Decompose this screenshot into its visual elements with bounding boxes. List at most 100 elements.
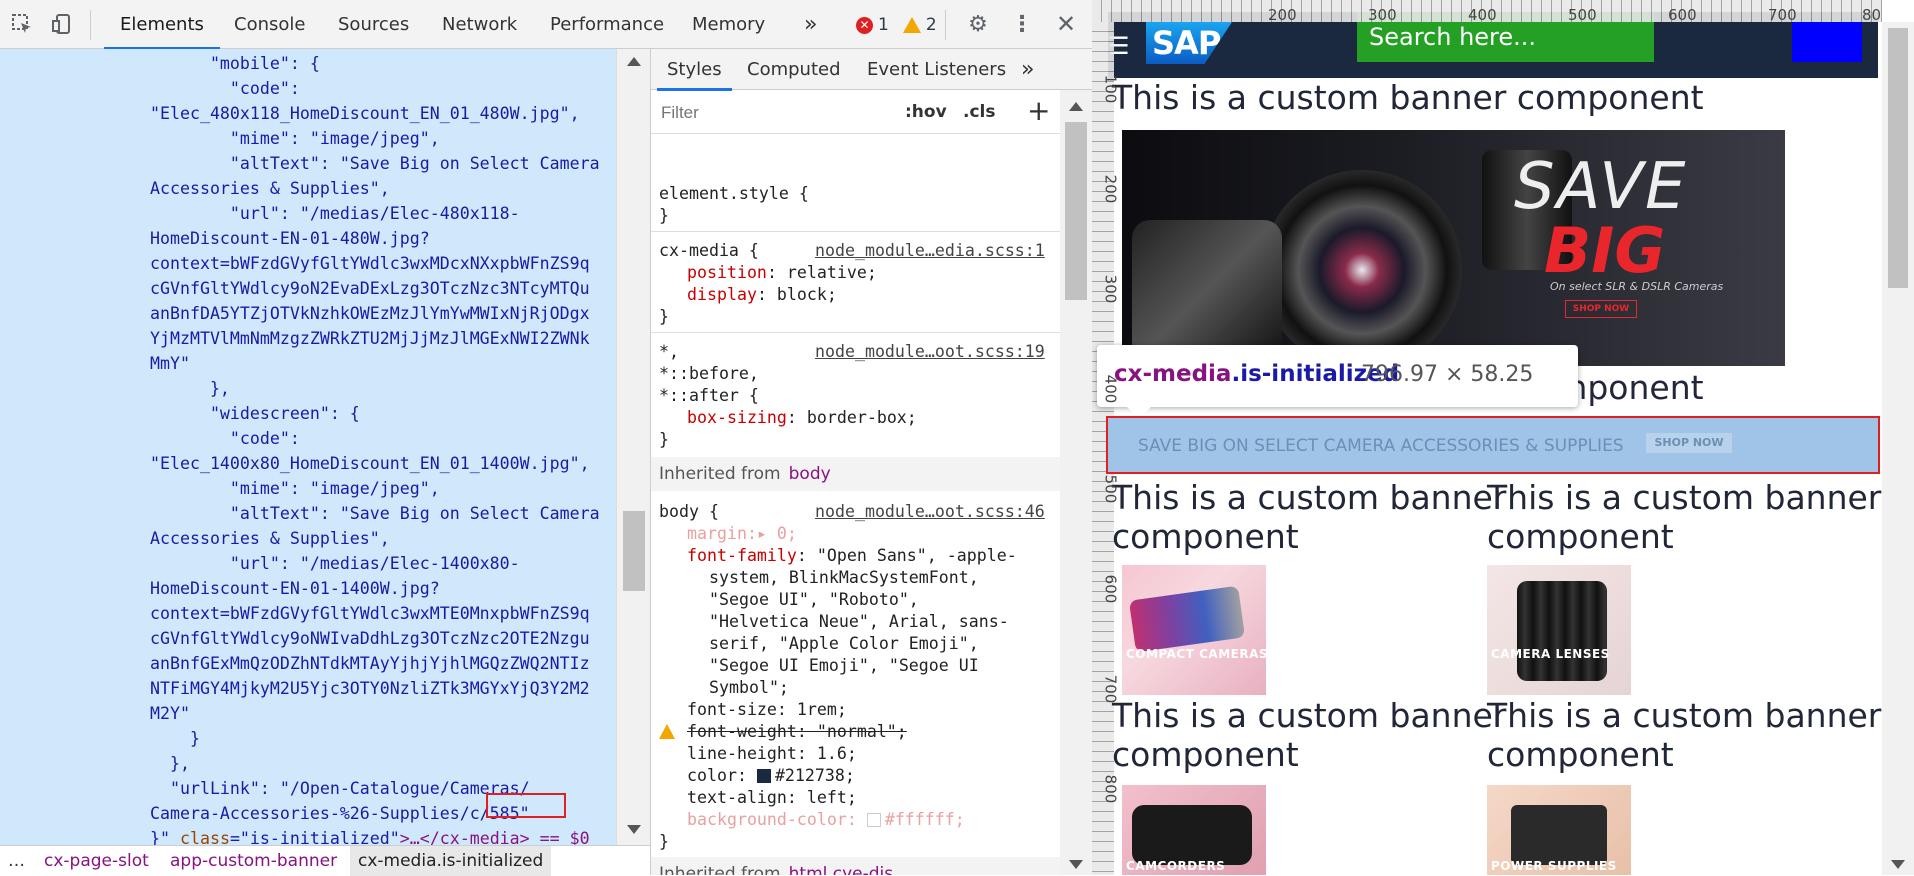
- highlight-shop-now-button[interactable]: SHOP NOW: [1646, 433, 1732, 453]
- hover-state-toggle[interactable]: :hov: [905, 102, 947, 122]
- dom-code-line[interactable]: "url": "/medias/Elec-480x118-: [150, 201, 520, 226]
- settings-gear-icon[interactable]: ⚙: [966, 12, 990, 37]
- dom-code-line[interactable]: M2Y": [150, 701, 190, 726]
- elements-dom-tree[interactable]: "mobile": { "code": "Elec_480x118_HomeDis…: [0, 49, 616, 845]
- tab-console[interactable]: Console: [218, 0, 321, 49]
- breadcrumb-item[interactable]: app-custom-banner: [170, 846, 337, 876]
- rule-close[interactable]: }: [659, 429, 669, 451]
- tab-elements[interactable]: Elements: [104, 0, 220, 50]
- compact-cameras-tile[interactable]: COMPACT CAMERAS: [1122, 565, 1266, 695]
- scroll-down-arrow-icon[interactable]: [627, 825, 641, 834]
- css-declaration[interactable]: text-align: left;: [687, 787, 857, 809]
- rule-selector[interactable]: cx-media {: [659, 240, 759, 262]
- tab-styles[interactable]: Styles: [657, 49, 732, 91]
- css-property-name[interactable]: box-sizing: [687, 408, 787, 427]
- dom-code-line[interactable]: "Elec_1400x80_HomeDiscount_EN_01_1400W.j…: [150, 451, 590, 476]
- dom-code-line[interactable]: MmY": [150, 351, 190, 376]
- scroll-down-arrow-icon[interactable]: [1891, 860, 1905, 869]
- header-blue-block[interactable]: [1792, 22, 1862, 62]
- styles-scrollbar[interactable]: [1060, 90, 1092, 875]
- css-declaration[interactable]: position: relative;: [687, 262, 877, 284]
- dom-code-line[interactable]: "altText": "Save Big on Select Camera: [150, 151, 600, 176]
- inspect-element-icon[interactable]: [10, 12, 34, 36]
- shop-now-button[interactable]: SHOP NOW: [1565, 300, 1637, 318]
- dom-code-line[interactable]: cGVnfGltYWdlcy9oN2EvaDExLzg3OTczNzc3NTcy…: [150, 276, 590, 301]
- css-declaration[interactable]: color: #212738;: [687, 765, 855, 787]
- tab-memory[interactable]: Memory: [676, 0, 781, 49]
- css-declaration[interactable]: "Segoe UI", "Roboto",: [709, 589, 919, 611]
- more-options-icon[interactable]: ⋮: [1010, 12, 1034, 37]
- dom-code-line[interactable]: "altText": "Save Big on Select Camera: [150, 501, 600, 526]
- power-supplies-tile[interactable]: POWER SUPPLIES: [1487, 785, 1631, 875]
- dom-code-line[interactable]: context=bWFzdGVyfGltYWdlc3wxMTE0MnxpbWFn…: [150, 601, 590, 626]
- dom-code-line[interactable]: "Elec_480x118_HomeDiscount_EN_01_480W.jp…: [150, 101, 580, 126]
- error-counter[interactable]: ✕ 1 2: [856, 14, 937, 36]
- dom-code-line[interactable]: anBnfGExMmQzODZhNTdkMTAyYjhjYjhlMGQzZWQ2…: [150, 651, 590, 676]
- css-property-name[interactable]: display: [687, 285, 757, 304]
- css-property-text[interactable]: color:: [687, 766, 757, 785]
- css-property-value[interactable]: relative;: [787, 263, 877, 282]
- css-property-name[interactable]: position: [687, 263, 767, 282]
- scrollbar-thumb[interactable]: [1888, 28, 1908, 288]
- tab-sources[interactable]: Sources: [322, 0, 425, 49]
- css-declaration-overridden[interactable]: font-weight: "normal";: [687, 721, 907, 743]
- class-toggle[interactable]: .cls: [963, 102, 995, 122]
- css-property-text[interactable]: background-color:: [687, 810, 867, 829]
- dom-code-line[interactable]: "code":: [150, 76, 300, 101]
- close-devtools-icon[interactable]: ✕: [1054, 10, 1078, 38]
- dom-code-line[interactable]: context=bWFzdGVyfGltYWdlc3wxMDcxNXxpbWFn…: [150, 251, 590, 276]
- scroll-down-arrow-icon[interactable]: [1069, 860, 1083, 869]
- rule-selector[interactable]: *::after {: [659, 385, 759, 407]
- tab-event-listeners[interactable]: Event Listeners: [867, 49, 1006, 90]
- dom-code-line[interactable]: "url": "/medias/Elec-1400x80-: [150, 551, 520, 576]
- breadcrumb-ellipsis[interactable]: …: [8, 846, 25, 876]
- camera-lenses-tile[interactable]: CAMERA LENSES: [1487, 565, 1631, 695]
- tab-performance[interactable]: Performance: [534, 0, 680, 49]
- dom-code-line[interactable]: anBnfDA5YTZjOTVkNzhkOWEzMzJlYmYwMWIxNjRj…: [150, 301, 590, 326]
- css-declaration-inactive[interactable]: margin:▸ 0;: [687, 523, 797, 545]
- scrollbar-thumb[interactable]: [1065, 122, 1087, 300]
- css-declaration[interactable]: system, BlinkMacSystemFont,: [709, 567, 979, 589]
- rule-close[interactable]: }: [659, 831, 669, 853]
- css-property-value[interactable]: : "Open Sans", -apple-: [797, 546, 1017, 565]
- more-tabs-button[interactable]: »: [1021, 49, 1034, 90]
- dom-code-line[interactable]: },: [150, 376, 230, 401]
- dom-code-line[interactable]: "urlLink": "/Open-Catalogue/Cameras/: [150, 776, 530, 801]
- css-declaration[interactable]: "Segoe UI Emoji", "Segoe UI: [709, 655, 979, 677]
- styles-filter-input[interactable]: [659, 98, 891, 128]
- css-property-name[interactable]: font-family: [687, 546, 797, 565]
- dom-code-line[interactable]: Camera-Accessories-%26-Supplies/c/585": [150, 801, 530, 826]
- css-property-value[interactable]: border-box;: [807, 408, 917, 427]
- dom-code-line[interactable]: Accessories & Supplies",: [150, 176, 390, 201]
- rule-close[interactable]: }: [659, 205, 669, 227]
- device-toolbar-icon[interactable]: [50, 12, 74, 36]
- camcorders-tile[interactable]: CAMCORDERS: [1122, 785, 1266, 875]
- css-declaration[interactable]: "Helvetica Neue", Arial, sans-: [709, 611, 1009, 633]
- dom-code-line[interactable]: "mime": "image/jpeg",: [150, 126, 440, 151]
- css-declaration[interactable]: font-size: 1rem;: [687, 699, 847, 721]
- scroll-up-arrow-icon[interactable]: [627, 57, 641, 66]
- rule-close[interactable]: }: [659, 306, 669, 328]
- more-tabs-button[interactable]: »: [788, 0, 833, 49]
- tab-network[interactable]: Network: [426, 0, 533, 49]
- dom-code-line[interactable]: "widescreen": {: [150, 401, 360, 426]
- color-value[interactable]: #ffffff;: [885, 810, 965, 829]
- rule-selector[interactable]: *,: [659, 341, 679, 363]
- rule-selector[interactable]: *::before,: [659, 363, 759, 385]
- css-declaration[interactable]: display: block;: [687, 284, 837, 306]
- elements-scrollbar[interactable]: [616, 49, 650, 845]
- dom-code-line[interactable]: cGVnfGltYWdlcy9oNWIvaDdhLzg3OTczNzc2OTE2…: [150, 626, 590, 651]
- scrollbar-thumb[interactable]: [623, 511, 645, 591]
- tab-computed[interactable]: Computed: [747, 49, 841, 90]
- rule-selector[interactable]: body {: [659, 501, 719, 523]
- rule-source-link[interactable]: node_module…oot.scss:46: [815, 501, 1045, 523]
- dom-code-line[interactable]: NTFiMGY4MjkyM2U5Yjc3OTY0NzliZTk3MGYxYjQ3…: [150, 676, 590, 701]
- highlighted-cx-media-banner[interactable]: SAVE BIG ON SELECT CAMERA ACCESSORIES & …: [1106, 416, 1880, 474]
- css-declaration[interactable]: line-height: 1.6;: [687, 743, 857, 765]
- color-value[interactable]: #212738;: [775, 766, 855, 785]
- breadcrumb-item-selected[interactable]: cx-media.is-initialized: [350, 846, 552, 876]
- color-swatch[interactable]: [866, 813, 881, 827]
- dom-code-line[interactable]: },: [150, 751, 190, 776]
- breadcrumb-item[interactable]: cx-page-slot: [44, 846, 149, 876]
- dom-code-line[interactable]: YjMzMTVlMmNmMzgzZWRkZTU2MjJjMzJlMGExNWI2…: [150, 326, 590, 351]
